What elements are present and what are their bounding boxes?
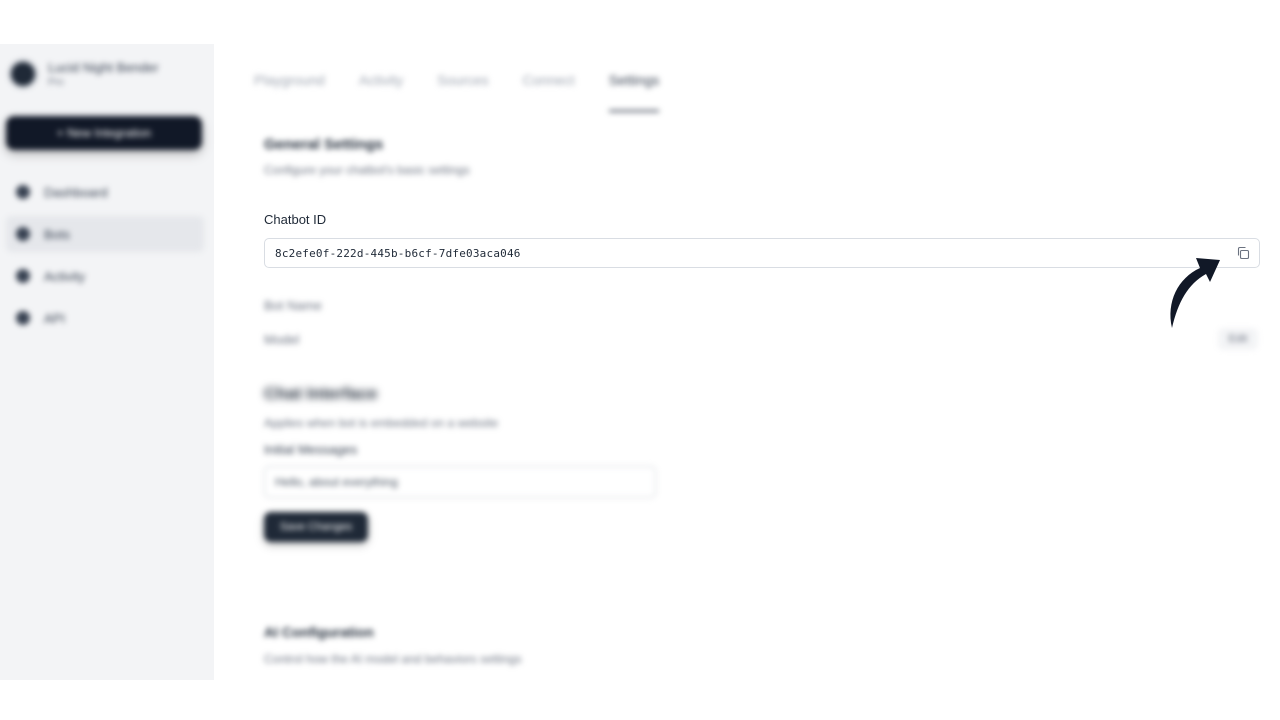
general-settings-description: Configure your chatbot's basic settings <box>264 163 470 177</box>
sidebar-item-label: Bots <box>44 226 71 242</box>
tab-playground[interactable]: Playground <box>254 72 325 112</box>
chatbot-id-field[interactable]: 8c2efe0f-222d-445b-b6cf-7dfe03aca046 <box>264 238 1260 268</box>
profile[interactable]: Lucid Night Bender Pro <box>8 56 208 92</box>
sidebar-item-dashboard[interactable]: Dashboard <box>6 174 204 210</box>
initial-messages-input[interactable]: Hello, about everything <box>264 466 656 498</box>
sidebar-item-api[interactable]: API <box>6 300 204 336</box>
chatbot-id-value: 8c2efe0f-222d-445b-b6cf-7dfe03aca046 <box>275 246 521 260</box>
new-integration-button[interactable]: + New Integration <box>6 116 202 150</box>
general-settings-section: General Settings Configure your chatbot'… <box>264 136 1264 177</box>
activity-icon <box>16 269 30 283</box>
sidebar-item-label: Dashboard <box>44 184 108 200</box>
tab-settings[interactable]: Settings <box>608 72 660 112</box>
avatar <box>8 59 38 89</box>
initial-messages-label: Initial Messages <box>264 442 358 457</box>
chat-interface-title: Chat Interface <box>264 384 378 403</box>
tab-sources[interactable]: Sources <box>437 72 488 112</box>
chatbot-id-label: Chatbot ID <box>264 212 327 227</box>
initial-messages-value: Hello, about everything <box>275 475 398 489</box>
chat-interface-description: Applies when bot is embedded on a websit… <box>264 416 499 430</box>
save-changes-button[interactable]: Save Changes <box>264 512 368 542</box>
sidebar-item-label: API <box>44 310 65 326</box>
tab-activity[interactable]: Activity <box>359 72 403 112</box>
sidebar: Lucid Night Bender Pro + New Integration… <box>0 44 214 680</box>
ai-configuration-description: Control how the AI model and behaviors s… <box>264 652 522 666</box>
ai-configuration-title: AI Configuration <box>264 624 374 640</box>
sidebar-item-label: Activity <box>44 268 86 284</box>
copy-icon <box>1237 246 1250 260</box>
copy-button[interactable] <box>1235 245 1251 261</box>
profile-plan: Pro <box>48 77 64 88</box>
model-label: Model <box>264 332 300 347</box>
profile-name: Lucid Night Bender <box>48 60 159 75</box>
tab-bar: Playground Activity Sources Connect Sett… <box>254 72 693 112</box>
tab-connect[interactable]: Connect <box>523 72 575 112</box>
dashboard-icon <box>16 185 30 199</box>
annotation-arrow-icon <box>1170 258 1220 328</box>
bot-name-label: Bot Name <box>264 298 322 313</box>
general-settings-title: General Settings <box>264 136 384 153</box>
sidebar-nav: Dashboard Bots Activity API <box>6 174 204 342</box>
api-icon <box>16 311 30 325</box>
sidebar-item-activity[interactable]: Activity <box>6 258 204 294</box>
bot-icon <box>16 227 30 241</box>
sidebar-item-bots[interactable]: Bots <box>6 216 204 252</box>
